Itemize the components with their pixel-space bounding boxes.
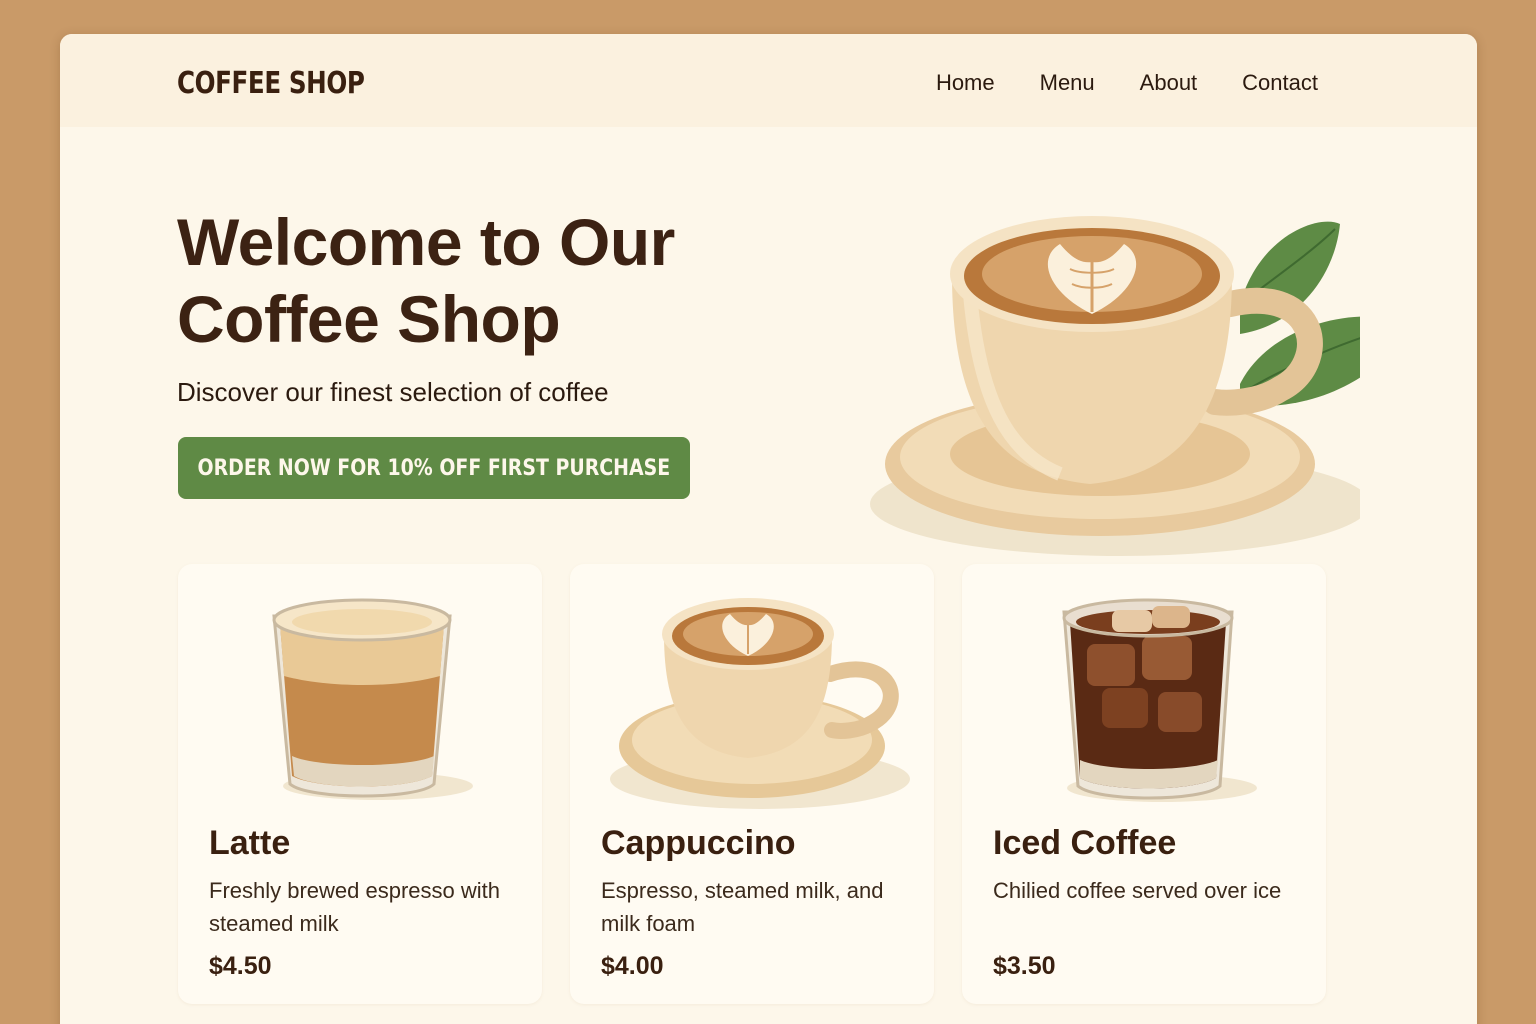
product-card-iced-coffee[interactable]: Iced Coffee Chilied coffee served over i… [962, 564, 1326, 1004]
order-now-button[interactable]: ORDER NOW FOR 10% OFF FIRST PURCHASE [178, 437, 690, 499]
hero-title: Welcome to Our Coffee Shop [177, 204, 797, 358]
latte-glass-icon [272, 598, 473, 800]
hero-title-line-1: Welcome to Our [177, 205, 675, 279]
product-description: Espresso, steamed milk, and milk foam [601, 878, 884, 936]
nav-link-contact[interactable]: Contact [1242, 70, 1318, 96]
hero-subtitle: Discover our finest selection of coffee [177, 377, 609, 407]
product-card-latte[interactable]: Latte Freshly brewed espresso with steam… [178, 564, 542, 1004]
main-nav: Home Menu About Contact [936, 70, 1318, 96]
nav-link-about[interactable]: About [1140, 70, 1198, 96]
browser-page: COFFEE SHOP Home Menu About Contact Welc… [60, 34, 1477, 1024]
product-price: $3.50 [993, 952, 1056, 980]
nav-link-home[interactable]: Home [936, 70, 995, 96]
nav-link-menu[interactable]: Menu [1040, 70, 1095, 96]
product-name: Latte [209, 824, 291, 862]
cappuccino-cup-with-leaves-icon [870, 216, 1360, 556]
order-now-label: ORDER NOW FOR 10% OFF FIRST PURCHASE [197, 455, 671, 481]
product-card-cappuccino[interactable]: Cappuccino Espresso, steamed milk, and m… [570, 564, 934, 1004]
product-name: Cappuccino [601, 824, 796, 862]
product-list: Latte Freshly brewed espresso with steam… [178, 564, 1326, 1004]
product-description: Chilied coffee served over ice [993, 878, 1282, 903]
cappuccino-cup-icon [610, 598, 910, 809]
site-logo[interactable]: COFFEE SHOP [177, 66, 365, 101]
product-name: Iced Coffee [993, 824, 1177, 862]
product-price: $4.00 [601, 952, 664, 980]
site-header: COFFEE SHOP Home Menu About Contact [60, 34, 1477, 127]
hero-title-line-2: Coffee Shop [177, 282, 561, 356]
iced-coffee-glass-icon [1062, 598, 1257, 802]
product-price: $4.50 [209, 952, 272, 980]
product-description: Freshly brewed espresso with steamed mil… [209, 878, 501, 936]
